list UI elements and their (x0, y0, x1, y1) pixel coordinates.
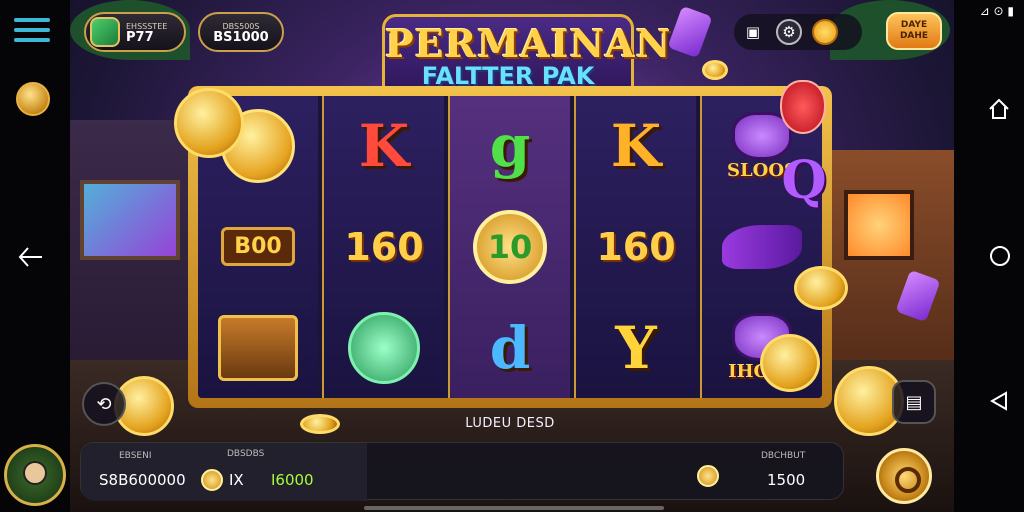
gold-coin-decoration (300, 414, 340, 434)
reel-3: g 10 d (448, 96, 570, 398)
logo-title: PERMAINAN (385, 21, 672, 66)
reel-frame: B00 K 160 g 10 d K 160 Y SLOOS (188, 86, 832, 408)
reel-2: K 160 (322, 96, 444, 398)
letter-k-symbol: K (610, 112, 662, 181)
coin-number-symbol: 10 (462, 204, 558, 290)
treasure-chest-symbol (210, 305, 306, 391)
purple-gem-decoration (667, 5, 713, 59)
balance-panel[interactable]: DBS500S BS1000 (198, 12, 284, 52)
bonus-box-symbol: B00 (210, 204, 306, 290)
status-text: LUDEU DESD (465, 416, 555, 431)
refresh-icon[interactable]: ⟲ (82, 382, 126, 426)
letter-k-symbol: K (358, 112, 410, 181)
win-label: EBSENI (119, 451, 152, 461)
daily-button[interactable]: DAYE DAHE (886, 12, 942, 50)
number-symbol: 160 (596, 224, 676, 269)
auto-value[interactable]: 1500 (767, 471, 805, 489)
win-value: S8B600000 (99, 471, 186, 489)
reel-4: K 160 Y (574, 96, 696, 398)
status-icons: ⊿ ⊙ ▮ (979, 4, 1014, 18)
bet-label: DBSDBS (227, 449, 265, 459)
spin-button[interactable] (876, 448, 932, 504)
game-viewport: EHSSSTEE P77 DBS500S BS1000 ▣ ⚙ DAYE DAH… (70, 0, 954, 512)
auto-label: DBCHBUT (761, 451, 806, 461)
player-value: P77 (126, 30, 154, 45)
purple-q-decoration: Q (781, 149, 827, 211)
bet-multiplier[interactable]: IX (229, 471, 244, 489)
number-symbol: 160 (344, 224, 424, 269)
system-nav-bar: ⊿ ⊙ ▮ (954, 0, 1024, 512)
recents-icon[interactable] (990, 246, 1010, 266)
coin-icon (201, 469, 223, 491)
gold-coin-decoration (794, 266, 848, 310)
gold-coin-decoration (702, 60, 728, 80)
letter-y-symbol: Y (615, 313, 657, 382)
green-gem-symbol (336, 305, 432, 391)
gold-coin-decoration (174, 88, 244, 158)
player-panel[interactable]: EHSSSTEE P77 (84, 12, 186, 52)
bonus-sun-icon[interactable] (812, 19, 838, 45)
gold-coin-decoration (760, 334, 820, 392)
scroll-indicator (364, 506, 664, 510)
menu-icon[interactable] (14, 18, 50, 46)
gear-icon[interactable]: ⚙ (776, 19, 802, 45)
home-icon[interactable] (988, 98, 1010, 120)
coin-icon[interactable] (697, 465, 719, 487)
balance-value: BS1000 (213, 30, 269, 45)
letter-d-symbol: d (489, 313, 531, 382)
strawberry-decoration (780, 80, 826, 134)
paytable-icon[interactable]: ▤ (892, 380, 936, 424)
purple-horn-symbol (714, 204, 810, 290)
back-triangle-icon[interactable] (988, 390, 1010, 412)
bet-value[interactable]: I6000 (271, 471, 314, 489)
avatar[interactable] (4, 444, 66, 506)
letter-g-symbol: g (489, 112, 531, 181)
gem-icon (90, 17, 120, 47)
left-sidebar (0, 0, 70, 512)
back-icon[interactable] (18, 246, 44, 268)
bottom-control-bar: EBSENI S8B600000 DBSDBS IX I6000 DBCHBUT… (80, 442, 844, 501)
reels: B00 K 160 g 10 d K 160 Y SLOOS (198, 96, 822, 398)
top-right-toolbar: ▣ ⚙ (734, 14, 862, 50)
cube-icon[interactable]: ▣ (740, 19, 766, 45)
coin-icon[interactable] (16, 82, 50, 116)
